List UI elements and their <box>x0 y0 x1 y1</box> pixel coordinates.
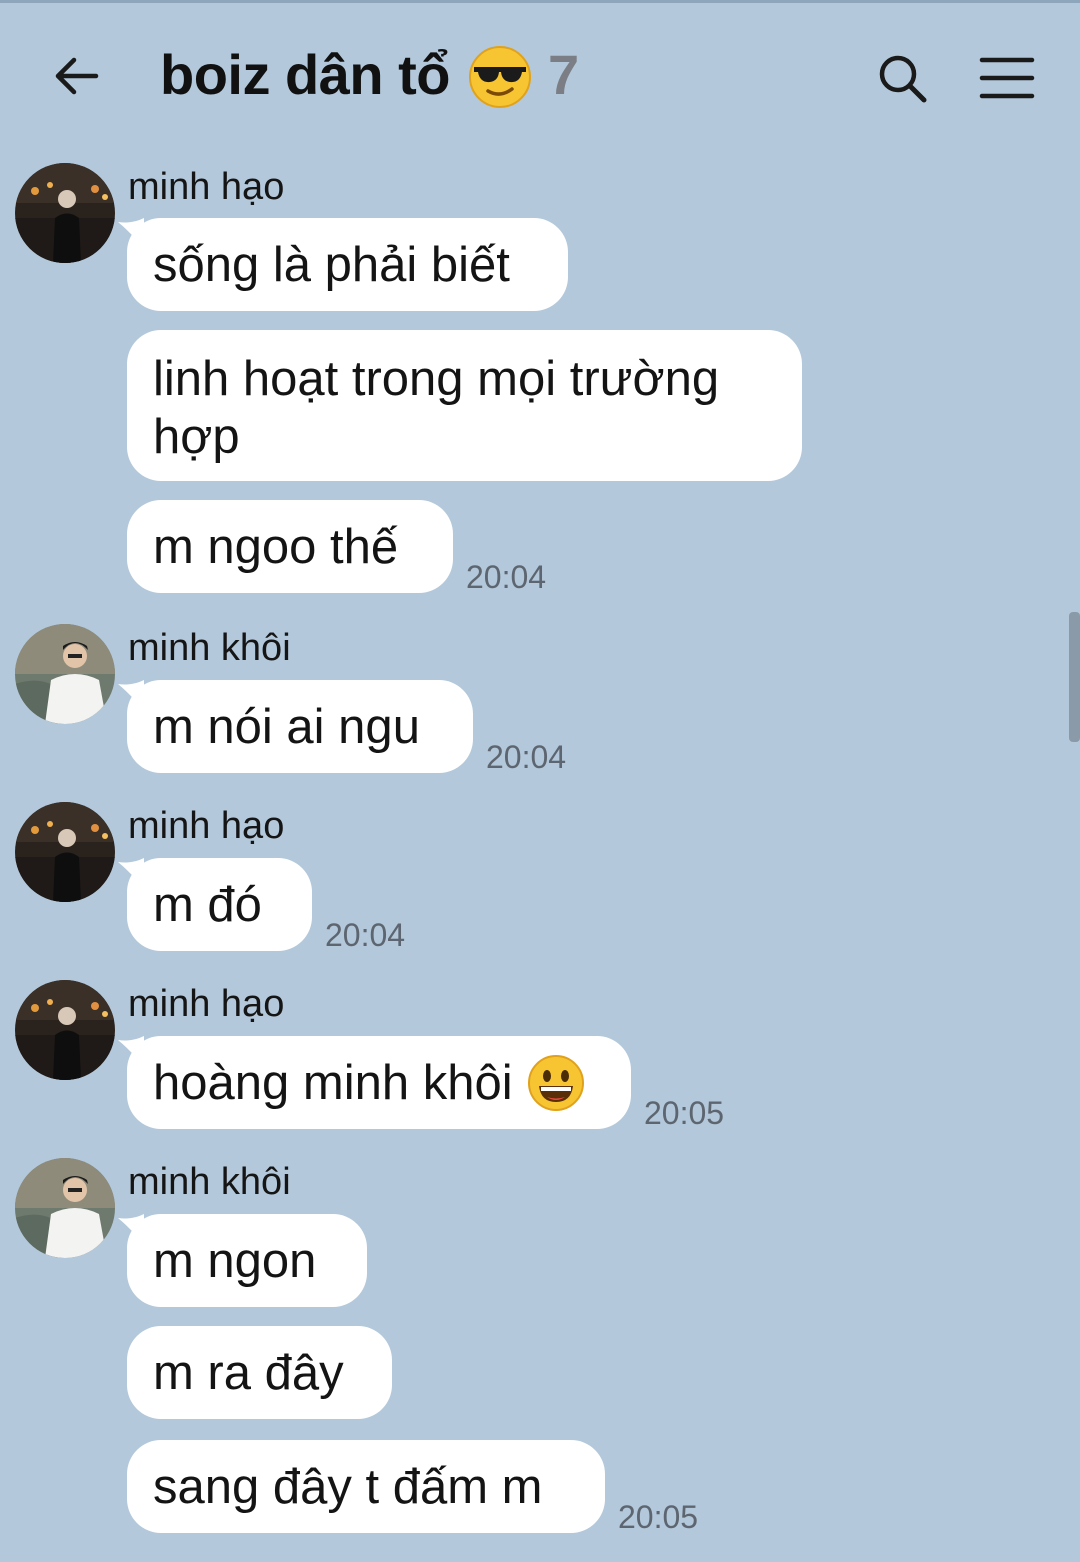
message-text: sống là phải biết <box>153 237 510 292</box>
scrollbar[interactable] <box>1069 612 1080 742</box>
message-text: m ra đây <box>153 1345 344 1400</box>
avatar-minh-khoi[interactable] <box>15 624 115 724</box>
search-icon <box>879 55 927 103</box>
grinning-face-emoji-icon <box>527 1054 585 1112</box>
message-time: 20:04 <box>486 739 567 775</box>
message-text: m nói ai ngu <box>153 699 420 754</box>
member-count: 7 <box>548 43 579 106</box>
sender-name: minh hạo <box>128 166 285 208</box>
message-text: sang đây t đấm m <box>153 1459 543 1514</box>
search-button[interactable] <box>874 50 930 106</box>
sunglasses-emoji-icon <box>468 45 532 109</box>
message-bubble[interactable]: m ngon <box>127 1214 367 1307</box>
message-bubble[interactable]: m đó <box>127 858 312 951</box>
group-title[interactable]: boiz dân tổ 7 <box>160 42 579 109</box>
message-bubble[interactable]: hoàng minh khôi <box>127 1036 631 1129</box>
message-time: 20:04 <box>325 917 406 953</box>
message-text: m ngoo thế <box>153 519 399 574</box>
sender-name: minh khôi <box>128 627 291 669</box>
back-button[interactable] <box>48 48 104 104</box>
avatar-minh-hao[interactable] <box>15 163 115 263</box>
message-text: hoàng minh khôi <box>153 1055 513 1110</box>
message-time: 20:04 <box>466 559 547 595</box>
message-bubble[interactable]: m nói ai ngu <box>127 680 473 773</box>
sender-name: minh hạo <box>128 805 285 847</box>
message-text: m ngon <box>153 1233 317 1288</box>
message-bubble[interactable]: m ngoo thế <box>127 500 453 593</box>
avatar-minh-hao[interactable] <box>15 980 115 1080</box>
sender-name: minh khôi <box>128 1161 291 1203</box>
message-bubble[interactable]: linh hoạt trong mọi trường hợp <box>127 330 802 481</box>
message-bubble[interactable]: m ra đây <box>127 1326 392 1419</box>
message-text: m đó <box>153 877 262 932</box>
message-bubble[interactable]: sang đây t đấm m <box>127 1440 605 1533</box>
arrow-left-icon <box>55 57 99 95</box>
group-name: boiz dân tổ <box>160 43 451 106</box>
hamburger-menu-icon <box>979 57 1035 99</box>
message-text: linh hoạt trong mọi trường hợp <box>153 352 720 464</box>
menu-button[interactable] <box>978 50 1036 106</box>
avatar-minh-hao[interactable] <box>15 802 115 902</box>
sender-name: minh hạo <box>128 983 285 1025</box>
message-bubble[interactable]: sống là phải biết <box>127 218 568 311</box>
avatar-minh-khoi[interactable] <box>15 1158 115 1258</box>
message-time: 20:05 <box>644 1095 725 1131</box>
chat-header: boiz dân tổ 7 <box>0 0 1080 150</box>
message-time: 20:05 <box>618 1499 699 1535</box>
